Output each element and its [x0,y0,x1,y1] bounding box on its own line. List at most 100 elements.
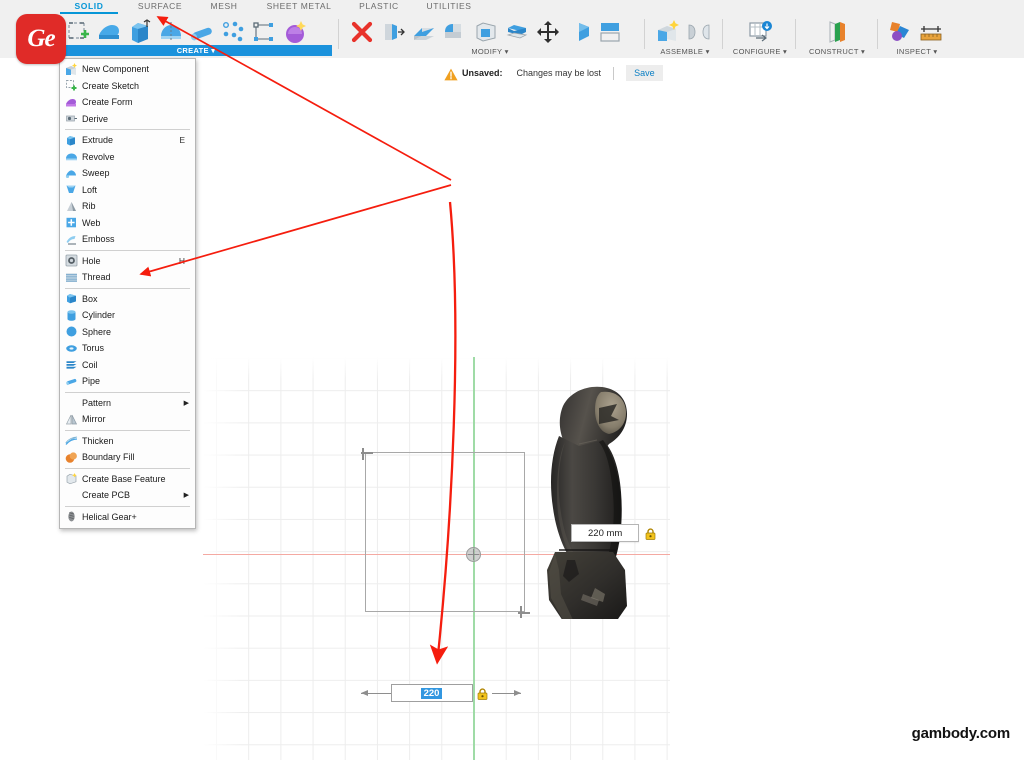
shell-icon[interactable] [472,18,500,46]
delete-icon[interactable] [348,18,376,46]
create-sketch-icon[interactable] [64,18,92,46]
menu-item-mirror[interactable]: Mirror [60,411,195,428]
create-form-icon[interactable] [95,18,123,46]
menu-item-pipe[interactable]: Pipe [60,373,195,390]
menu-item-label: Sphere [82,326,112,337]
menu-item-hole[interactable]: Hole H [60,253,195,270]
width-dimension[interactable]: 220 [361,682,521,704]
dimension-arrow-right [491,689,521,696]
revolve-icon[interactable] [157,18,185,46]
lock-icon-width[interactable] [477,687,488,700]
lock-icon[interactable] [645,527,656,540]
menu-separator [65,129,190,130]
tab-surface[interactable]: SURFACE [126,0,194,14]
menu-item-shortcut: E [179,135,185,146]
menu-item-helical-gear[interactable]: Helical Gear+ [60,509,195,526]
watermark: gambody.com [911,725,1011,742]
toolgroup-inspect-label[interactable]: INSPECT ▾ [882,47,952,57]
toolgroup-configure-icons [727,15,793,48]
grid-fade-left [203,357,243,760]
split-body-icon[interactable] [596,18,624,46]
toolgroup-configure-label[interactable]: CONFIGURE ▾ [727,47,793,57]
menu-item-thread[interactable]: Thread [60,269,195,286]
tab-sheet-metal-label: SHEET METAL [266,1,332,11]
menu-item-extrude[interactable]: Extrude E [60,132,195,149]
menu-item-create-pcb[interactable]: Create PCB ▶ [60,487,195,504]
height-dimension[interactable]: 220 mm [571,524,656,542]
menu-item-new-component[interactable]: New Component [60,61,195,78]
width-dimension-input[interactable]: 220 [390,684,473,702]
menu-item-torus[interactable]: Torus [60,340,195,357]
save-button[interactable]: Save [626,65,663,81]
cylinder-icon [65,309,78,322]
menu-item-label: Sweep [82,168,110,179]
tab-sheet-metal[interactable]: SHEET METAL [254,0,344,14]
menu-item-pattern[interactable]: Pattern ▶ [60,395,195,412]
menu-item-emboss[interactable]: Emboss [60,231,195,248]
menu-item-label: Derive [82,113,109,124]
ribbon-tabstrip: SOLID SURFACE MESH SHEET METAL PLASTIC U… [0,0,1024,14]
chamfer-icon[interactable] [441,18,469,46]
menu-item-sweep[interactable]: Sweep [60,165,195,182]
tab-plastic[interactable]: PLASTIC [348,0,410,14]
height-dimension-value[interactable]: 220 mm [571,524,640,542]
offset-plane-icon[interactable] [823,18,851,46]
interference-icon[interactable] [886,18,914,46]
toolgroup-assemble: ASSEMBLE ▾ [650,14,720,58]
menu-item-create-base-feature[interactable]: Create Base Feature [60,471,195,488]
offset-face-icon[interactable] [503,18,531,46]
mesh-body-model[interactable] [533,384,653,632]
width-dimension-value: 220 [420,687,443,699]
menu-item-box[interactable]: Box [60,291,195,308]
menu-item-revolve[interactable]: Revolve [60,149,195,166]
web-icon[interactable] [250,18,278,46]
menu-item-label: Create Base Feature [82,473,166,484]
menu-item-label: Pattern [82,397,112,408]
toolgroup-assemble-label[interactable]: ASSEMBLE ▾ [650,47,720,57]
press-pull-icon[interactable] [379,18,407,46]
extrude-icon[interactable] [126,18,154,46]
move-copy-icon[interactable] [534,18,562,46]
grid-fade-top [203,357,670,379]
viewport-canvas[interactable]: 220 mm 220 [203,357,670,760]
toolgroup-create-label[interactable]: CREATE ▾ [60,45,332,56]
measure-icon[interactable] [917,18,945,46]
menu-item-boundary-fill[interactable]: Boundary Fill [60,449,195,466]
menu-item-web[interactable]: Web [60,215,195,232]
sweep-icon[interactable] [188,18,216,46]
submenu-chevron-right-icon: ▶ [183,492,189,500]
menu-item-label: Boundary Fill [82,452,135,463]
derive-icon [65,112,78,125]
menu-item-create-form[interactable]: Create Form [60,94,195,111]
tab-solid[interactable]: SOLID [58,0,120,14]
sketch-rectangle[interactable] [361,448,530,618]
toolgroup-construct-icons [800,15,874,48]
menu-item-create-sketch[interactable]: Create Sketch [60,78,195,95]
combine-icon[interactable] [565,18,593,46]
menu-item-thicken[interactable]: Thicken [60,433,195,450]
hole-icon [65,254,78,267]
menu-item-label: Coil [82,359,98,370]
joint-icon[interactable] [685,18,713,46]
menu-item-coil[interactable]: Coil [60,357,195,374]
toolbar-separator-3 [722,19,723,49]
toolgroup-construct-label[interactable]: CONSTRUCT ▾ [800,47,874,57]
boundary-fill-icon[interactable] [281,18,309,46]
menu-item-label: Revolve [82,151,115,162]
menu-item-sphere[interactable]: Sphere [60,324,195,341]
new-component-icon[interactable] [654,18,682,46]
unsaved-notification: Unsaved: Changes may be lost Save [444,64,663,82]
origin-marker[interactable] [466,547,481,562]
menu-item-cylinder[interactable]: Cylinder [60,307,195,324]
menu-item-loft[interactable]: Loft [60,182,195,199]
menu-item-derive[interactable]: Derive [60,111,195,128]
configuration-icon[interactable] [746,18,774,46]
pattern-icon[interactable] [219,18,247,46]
tab-utilities[interactable]: UTILITIES [414,0,484,14]
toolgroup-modify-label[interactable]: MODIFY ▾ [344,47,636,57]
menu-item-rib[interactable]: Rib [60,198,195,215]
tab-surface-label: SURFACE [137,1,183,11]
tab-mesh[interactable]: MESH [196,0,252,14]
menu-separator [65,467,190,469]
fillet-icon[interactable] [410,18,438,46]
